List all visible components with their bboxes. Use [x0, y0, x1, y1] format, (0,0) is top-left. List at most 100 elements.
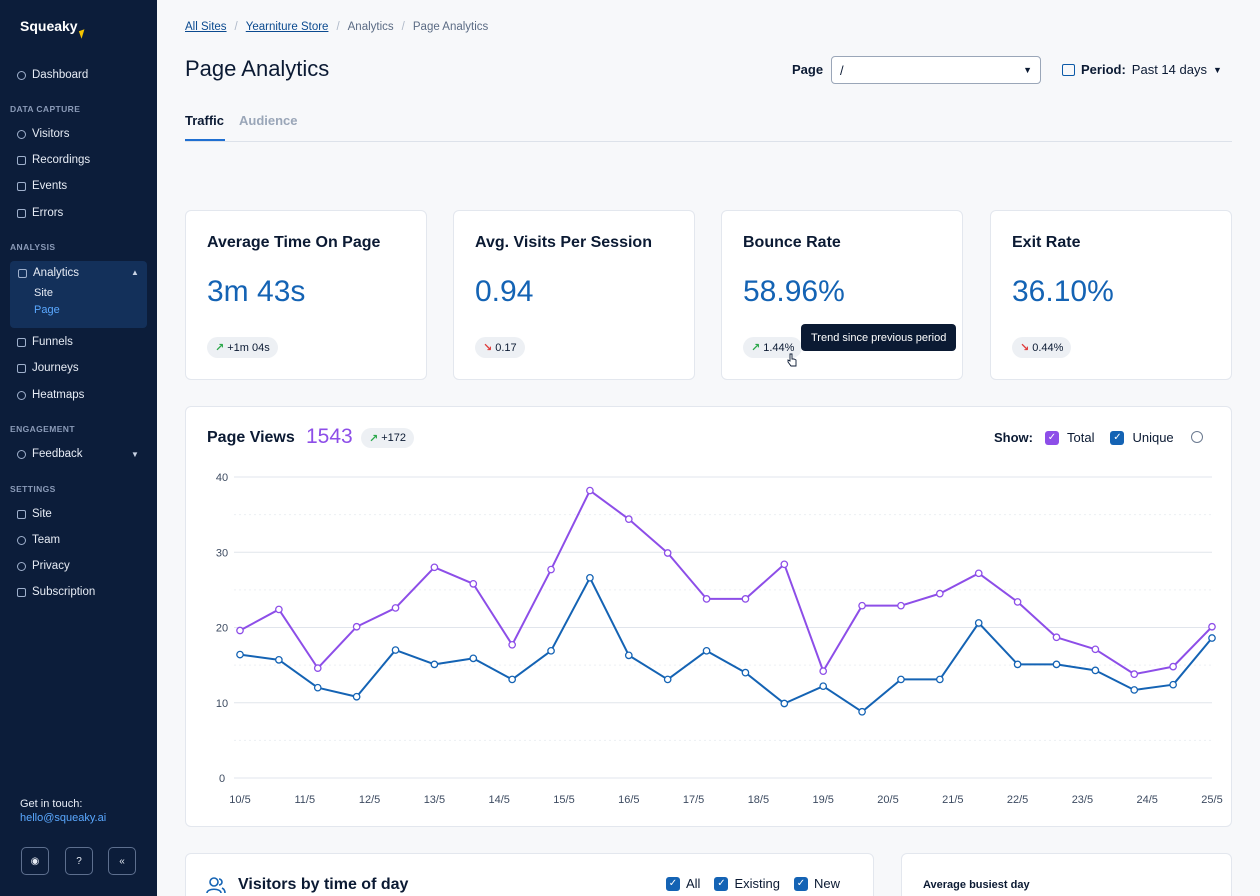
kpi-title: Average Time On Page: [207, 234, 381, 251]
shield-icon: [17, 561, 26, 571]
sidebar-item-label: Visitors: [32, 128, 70, 140]
y-tick-label: 20: [216, 623, 228, 635]
sidebar-item-visitors[interactable]: Visitors: [17, 124, 70, 144]
x-tick-label: 10/5: [229, 794, 250, 806]
checkbox-existing[interactable]: ✓: [714, 876, 729, 891]
data-point-unique: [974, 619, 983, 627]
data-point-unique: [236, 650, 244, 659]
x-tick-label: 12/5: [359, 794, 380, 806]
visitor-filter-group: ✓ All ✓ Existing ✓ New: [666, 876, 840, 891]
filter-existing[interactable]: ✓ Existing: [714, 876, 780, 891]
sidebar-item-privacy[interactable]: Privacy: [17, 556, 70, 576]
filter-new[interactable]: ✓ New: [793, 876, 840, 891]
x-tick-label: 17/5: [683, 794, 704, 806]
tab-audience[interactable]: Audience: [239, 113, 298, 128]
sidebar-item-journeys[interactable]: Journeys: [17, 358, 79, 378]
account-button[interactable]: ◉: [21, 847, 49, 875]
breadcrumb-site[interactable]: Yearniture Store: [246, 21, 329, 33]
sidebar-item-site[interactable]: Site: [17, 504, 52, 524]
data-point-unique: [391, 646, 400, 654]
kpi-card-visits-per-session: Avg. Visits Per Session 0.94 ↘ 0.17: [453, 210, 695, 380]
feedback-icon: [17, 449, 26, 459]
trend-value: 0.17: [495, 341, 517, 354]
data-point-total: [974, 569, 983, 578]
browser-icon: [17, 509, 26, 519]
sidebar-item-recordings[interactable]: Recordings: [17, 150, 90, 170]
sidebar-subitem-page[interactable]: Page: [34, 304, 60, 316]
kpi-card-exit-rate: Exit Rate 36.10% ↘ 0.44%: [990, 210, 1232, 380]
trend-badge[interactable]: ↘ 0.17: [475, 337, 525, 358]
sidebar-item-heatmaps[interactable]: Heatmaps: [17, 385, 84, 405]
arrow-up-right-icon: ↗: [215, 342, 225, 354]
calendar-icon: [1062, 63, 1075, 76]
filter-all[interactable]: ✓ All: [666, 876, 700, 891]
chevron-down-icon: ▼: [1212, 64, 1222, 75]
dashboard-icon: [17, 70, 26, 80]
card-icon: [17, 587, 26, 597]
trend-badge[interactable]: ↗ +1m 04s: [207, 337, 278, 358]
y-tick-label: 10: [216, 698, 228, 710]
data-point-unique: [1052, 660, 1061, 669]
data-point-unique: [897, 675, 905, 684]
data-point-total: [624, 515, 633, 523]
app-logo[interactable]: Squeaky: [20, 18, 78, 34]
page-select[interactable]: / ▼: [831, 56, 1041, 84]
period-selector[interactable]: Period: Past 14 days ▼: [1062, 62, 1222, 77]
data-point-total: [430, 563, 439, 572]
y-tick-label: 0: [219, 773, 225, 785]
contact-email-link[interactable]: hello@squeaky.ai: [20, 812, 106, 824]
help-button[interactable]: ?: [65, 847, 93, 875]
sidebar-item-funnels[interactable]: Funnels: [17, 332, 73, 352]
sidebar-item-analytics[interactable]: Analytics: [18, 263, 79, 283]
sidebar-item-subscription[interactable]: Subscription: [17, 582, 95, 602]
data-point-unique: [1091, 666, 1100, 675]
page-title: Page Analytics: [185, 56, 330, 81]
data-point-unique: [430, 660, 439, 669]
breadcrumb-all-sites[interactable]: All Sites: [185, 21, 227, 33]
video-icon: [17, 155, 26, 165]
sidebar-item-team[interactable]: Team: [17, 530, 60, 550]
hand-cursor-icon: [787, 353, 797, 367]
funnel-icon: [17, 337, 26, 347]
sidebar-item-label: Errors: [32, 207, 64, 219]
trend-value: +1m 04s: [227, 341, 270, 354]
data-point-unique: [935, 675, 944, 684]
sidebar-item-label: Privacy: [32, 560, 70, 572]
checkbox-new[interactable]: ✓: [793, 876, 808, 891]
checkbox-all[interactable]: ✓: [666, 876, 680, 891]
period-label: Period:: [1081, 62, 1126, 77]
arrow-down-right-icon: ↘: [483, 342, 493, 354]
x-tick-label: 16/5: [618, 794, 639, 806]
kpi-value: 3m 43s: [207, 275, 306, 308]
kpi-title: Exit Rate: [1012, 234, 1081, 251]
sidebar-item-errors[interactable]: Errors: [17, 203, 63, 223]
x-tick-label: 20/5: [877, 794, 898, 806]
data-point-total: [1130, 670, 1139, 679]
double-chevron-left-icon: «: [119, 855, 125, 867]
filter-new-label: New: [813, 876, 840, 891]
trend-badge[interactable]: ↘ 0.44%: [1012, 337, 1072, 358]
breadcrumb-separator: /: [401, 21, 405, 33]
period-value: Past 14 days: [1131, 62, 1207, 77]
data-point-total: [1052, 633, 1061, 642]
line-chart-icon: [18, 268, 27, 278]
data-point-unique: [469, 654, 478, 663]
filter-existing-label: Existing: [734, 876, 780, 891]
breadcrumb: All Sites / Yearniture Store / Analytics…: [185, 21, 488, 33]
sidebar-item-label: Recordings: [32, 154, 91, 166]
section-analysis: ANALYSIS: [10, 242, 56, 252]
sidebar-item-dashboard[interactable]: Dashboard: [17, 65, 88, 85]
sidebar-item-feedback[interactable]: Feedback: [17, 444, 83, 464]
chevron-down-icon[interactable]: ▼: [131, 450, 139, 459]
tab-traffic[interactable]: Traffic: [185, 113, 224, 128]
collapse-sidebar-button[interactable]: «: [108, 847, 136, 875]
sidebar-item-events[interactable]: Events: [17, 176, 67, 196]
data-point-unique: [663, 675, 672, 684]
chevron-up-icon[interactable]: ▲: [131, 268, 139, 277]
data-point-total: [663, 549, 672, 557]
help-icon: ?: [76, 855, 82, 867]
kpi-value: 36.10%: [1012, 275, 1114, 308]
data-point-unique: [547, 646, 555, 655]
sidebar-subitem-site[interactable]: Site: [34, 287, 53, 299]
data-point-total: [313, 664, 322, 672]
